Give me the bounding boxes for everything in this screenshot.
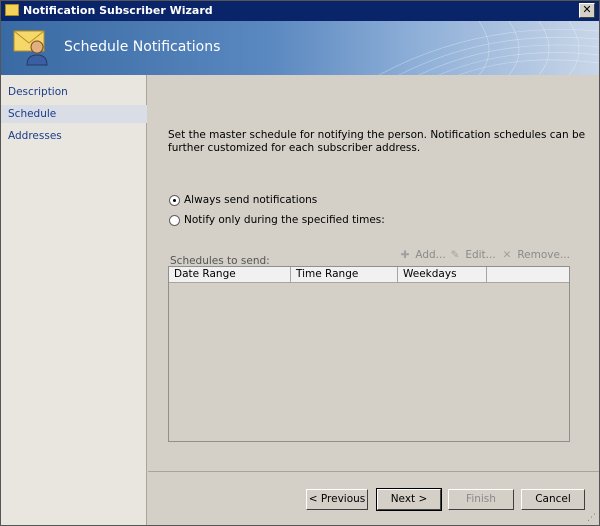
wizard-content: Set the master schedule for notifying th…: [148, 75, 599, 525]
user-mail-icon: [13, 30, 48, 66]
remove-button[interactable]: ✕ Remove...: [500, 249, 570, 267]
header-banner: Schedule Notifications: [1, 21, 599, 75]
nav-item-description[interactable]: Description: [1, 83, 147, 101]
cancel-button[interactable]: Cancel: [521, 489, 585, 510]
radio-button[interactable]: [169, 215, 180, 226]
radio-specified-label[interactable]: Notify only during the specified times:: [184, 214, 385, 226]
resize-grip-icon[interactable]: ⋰: [587, 513, 597, 523]
wizard-window: Notification Subscriber Wizard ✕ Schedul…: [0, 0, 600, 526]
radio-always-label[interactable]: Always send notifications: [184, 194, 317, 206]
nav-item-schedule[interactable]: Schedule: [1, 105, 147, 123]
close-button[interactable]: ✕: [579, 3, 595, 18]
envelope-icon: [5, 4, 19, 16]
add-button[interactable]: ✚ Add...: [398, 249, 446, 267]
remove-label: Remove...: [517, 249, 570, 261]
x-icon: ✕: [502, 249, 512, 261]
plus-icon: ✚: [400, 249, 410, 261]
finish-button: Finish: [448, 489, 514, 510]
wizard-steps-nav: Description Schedule Addresses: [1, 75, 147, 525]
add-label: Add...: [415, 249, 446, 261]
nav-item-addresses[interactable]: Addresses: [1, 127, 147, 145]
button-divider: [148, 471, 599, 472]
column-header-weekdays[interactable]: Weekdays: [398, 267, 487, 283]
next-button[interactable]: Next >: [376, 488, 442, 511]
schedules-grid[interactable]: Date Range Time Range Weekdays: [168, 266, 570, 442]
decorative-mesh: [378, 21, 599, 75]
edit-label: Edit...: [465, 249, 496, 261]
edit-button[interactable]: ✎ Edit...: [448, 249, 496, 267]
page-title: Schedule Notifications: [64, 39, 221, 55]
radio-button-checked[interactable]: [169, 195, 180, 206]
window-title: Notification Subscriber Wizard: [23, 4, 213, 17]
column-header-date-range[interactable]: Date Range: [169, 267, 291, 283]
previous-button[interactable]: < Previous: [306, 489, 368, 510]
instructions-text: Set the master schedule for notifying th…: [168, 129, 586, 154]
grid-header: Date Range Time Range Weekdays: [169, 267, 569, 283]
column-header-time-range[interactable]: Time Range: [291, 267, 398, 283]
pencil-icon: ✎: [450, 249, 460, 261]
title-bar: Notification Subscriber Wizard ✕: [1, 1, 599, 21]
